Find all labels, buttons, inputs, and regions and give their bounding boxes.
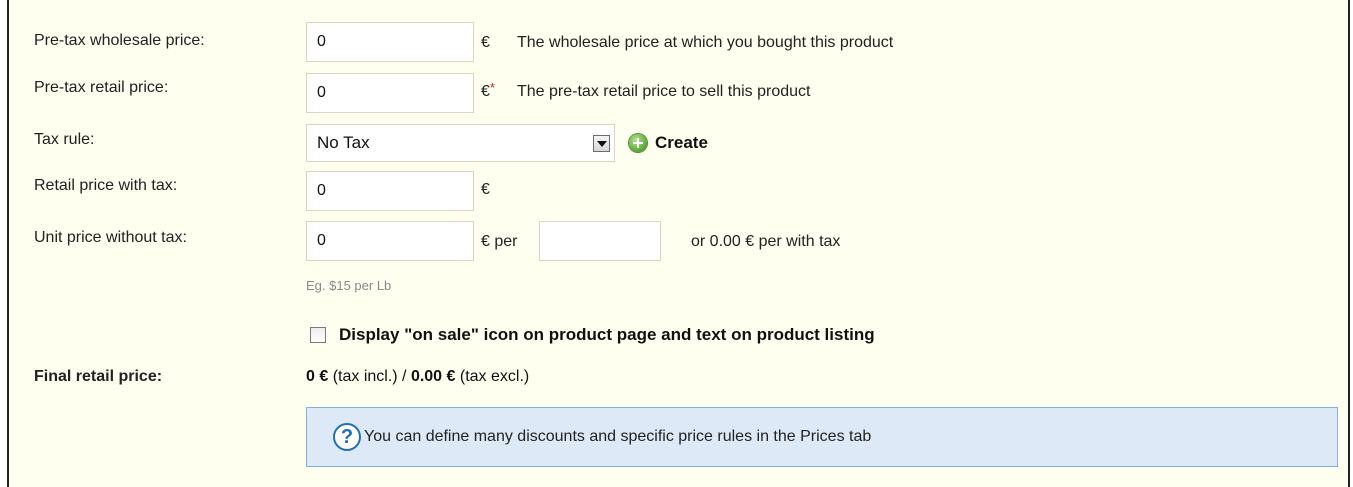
plus-circle-icon[interactable] <box>629 134 647 152</box>
unit-price-label: Unit price without tax: <box>34 229 187 246</box>
info-box: ? You can define many discounts and spec… <box>306 407 1338 467</box>
final-price-incl-suffix: (tax incl.) / <box>328 368 411 385</box>
on-sale-checkbox[interactable] <box>310 327 326 343</box>
on-sale-label[interactable]: Display "on sale" icon on product page a… <box>339 325 875 345</box>
retail-price-label: Pre-tax retail price: <box>34 79 169 96</box>
final-price-excl-suffix: (tax excl.) <box>455 368 530 385</box>
unit-price-currency-per: € per <box>481 233 518 250</box>
info-text: You can define many discounts and specif… <box>364 428 872 445</box>
create-tax-rule-link[interactable]: Create <box>655 133 708 153</box>
final-price-value: 0 € (tax incl.) / 0.00 € (tax excl.) <box>306 368 529 386</box>
retail-description: The pre-tax retail price to sell this pr… <box>517 83 811 100</box>
tax-rule-select[interactable]: No Tax <box>306 124 615 162</box>
tax-rule-selected: No Tax <box>317 133 370 152</box>
wholesale-price-input[interactable] <box>306 22 474 62</box>
final-price-excl: 0.00 € <box>410 368 456 385</box>
retail-price-input[interactable] <box>306 73 474 113</box>
unit-price-hint: Eg. $15 per Lb <box>306 278 392 293</box>
retail-with-tax-currency: € <box>481 181 490 198</box>
final-price-label: Final retail price: <box>34 368 163 385</box>
required-mark: * <box>489 80 495 95</box>
unit-price-input[interactable] <box>306 221 474 261</box>
chevron-down-icon[interactable] <box>593 135 610 152</box>
unit-input[interactable] <box>539 221 661 261</box>
wholesale-currency: € <box>481 34 490 51</box>
retail-currency: €* <box>481 80 495 100</box>
retail-with-tax-input[interactable] <box>306 171 474 211</box>
prices-panel: Pre-tax wholesale price: € The wholesale… <box>7 0 1350 487</box>
retail-with-tax-label: Retail price with tax: <box>34 177 178 194</box>
tax-rule-label: Tax rule: <box>34 131 95 148</box>
unit-price-with-tax-text: or 0.00 € per with tax <box>691 233 841 250</box>
wholesale-price-label: Pre-tax wholesale price: <box>34 32 205 49</box>
question-mark-icon: ? <box>333 423 361 451</box>
wholesale-description: The wholesale price at which you bought … <box>517 34 894 51</box>
final-price-incl: 0 € <box>306 368 329 385</box>
